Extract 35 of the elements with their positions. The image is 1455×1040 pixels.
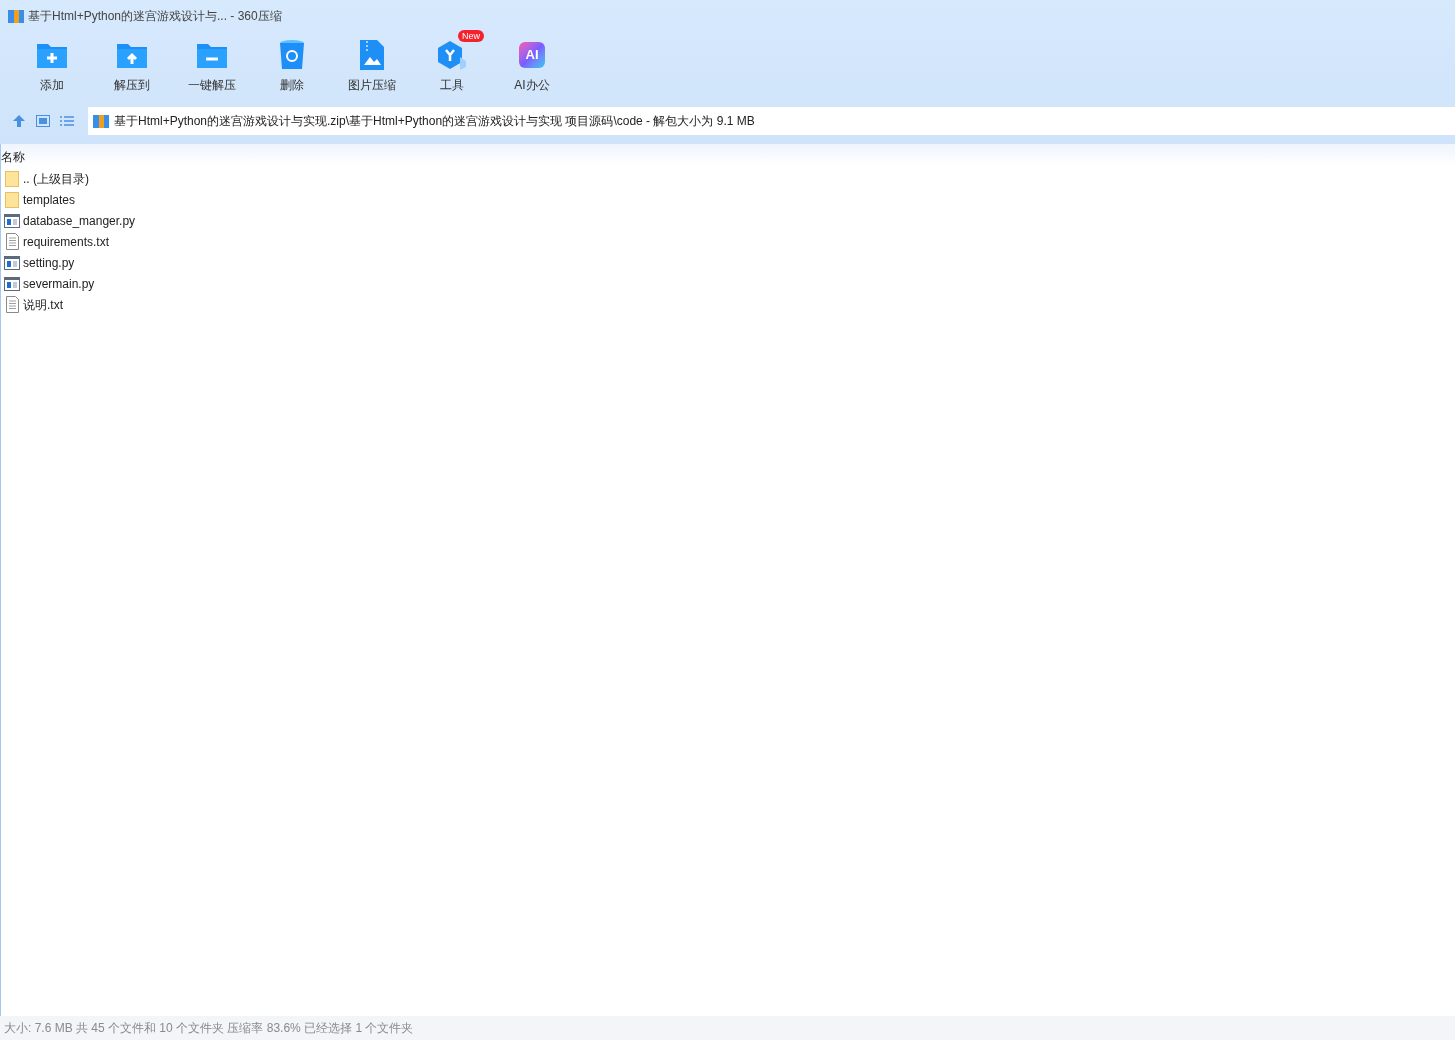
toolbar-button[interactable]: 删除 (252, 32, 332, 96)
ai-logo-icon: AI (519, 42, 545, 68)
file-row[interactable]: setting.py (1, 252, 1455, 273)
window-file-icon (4, 276, 20, 291)
toolbar-button[interactable]: 解压到 (92, 32, 172, 96)
cube-icon (436, 39, 468, 71)
file-row[interactable]: .. (上级目录) (1, 168, 1455, 189)
list-view-icon[interactable] (60, 115, 74, 127)
window-file-icon (4, 255, 20, 270)
archive-icon (8, 8, 24, 24)
archive-path: 基于Html+Python的迷宫游戏设计与实现.zip\基于Html+Python的迷宫游戏设计与实现 项目源码\code - 解包大小为 9.1 MB (114, 113, 755, 130)
archive-icon (93, 113, 109, 129)
folder-icon (5, 191, 19, 208)
window-title: 基于Html+Python的迷宫游戏设计与... - 360压缩 (28, 8, 282, 25)
status-bar: 大小: 7.6 MB 共 45 个文件和 10 个文件夹 压缩率 83.6% 已经选择 1 个文件夹 (0, 1016, 1455, 1040)
file-row[interactable]: requirements.txt (1, 231, 1455, 252)
file-row[interactable]: 说明.txt (1, 294, 1455, 315)
image-file-icon (359, 39, 385, 71)
toolbar-button[interactable]: 添加 (12, 32, 92, 96)
toolbar-button[interactable]: 图片压缩 (332, 32, 412, 96)
text-file-icon (5, 233, 19, 250)
file-row[interactable]: database_manger.py (1, 210, 1455, 231)
up-arrow-icon[interactable] (12, 114, 26, 128)
column-header[interactable]: 名称 (1, 148, 25, 166)
thumbnail-view-icon[interactable] (36, 115, 50, 127)
file-row[interactable]: severmain.py (1, 273, 1455, 294)
address-bar[interactable]: 基于Html+Python的迷宫游戏设计与实现.zip\基于Html+Python的迷宫游戏设计与实现 项目源码\code - 解包大小为 9.1 MB (88, 107, 1455, 135)
window-file-icon (4, 213, 20, 228)
new-badge: New (458, 30, 484, 42)
folder-icon (5, 170, 19, 187)
file-row[interactable]: templates (1, 189, 1455, 210)
toolbar-button[interactable]: AI AI办公 (492, 32, 572, 96)
text-file-icon (5, 296, 19, 313)
toolbar-button[interactable]: 一键解压 (172, 32, 252, 96)
recycle-bin-icon (279, 39, 305, 71)
